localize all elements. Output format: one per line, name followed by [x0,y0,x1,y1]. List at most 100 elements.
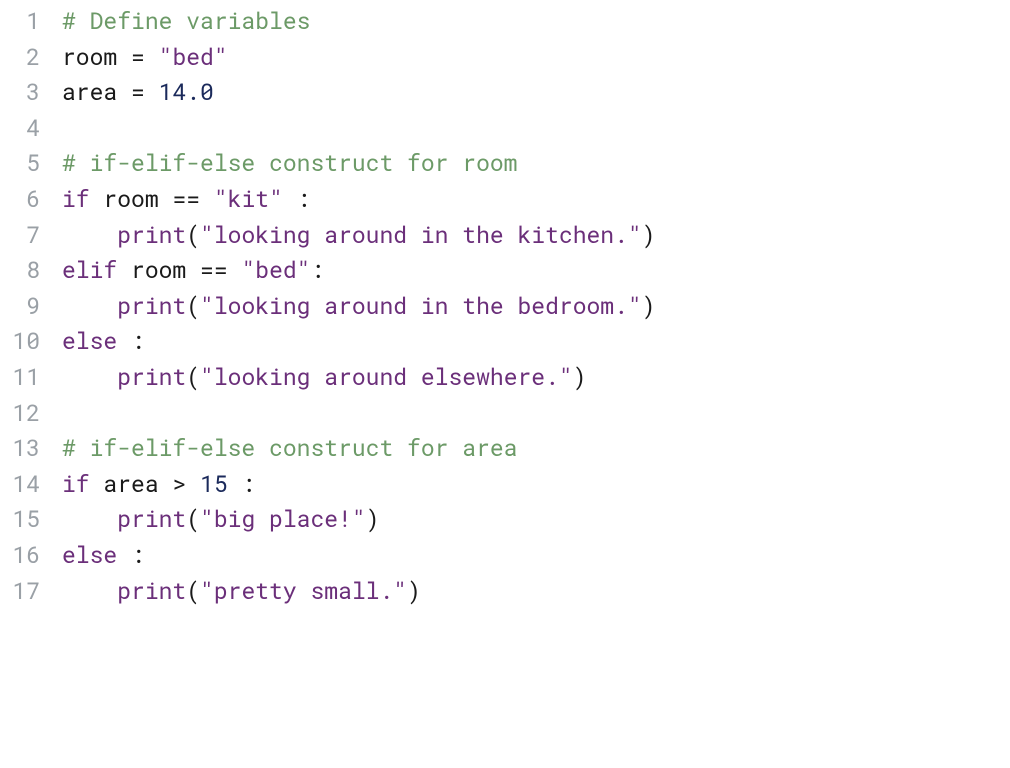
line-number: 5 [0,146,44,182]
line-number: 4 [0,111,44,147]
line-number: 1 [0,4,44,40]
line-number: 14 [0,467,44,503]
token-string: "kit" [214,184,283,214]
code-line[interactable]: 7 print("looking around in the kitchen."… [0,218,1010,254]
token-ident [62,504,117,534]
token-ident [62,291,117,321]
token-comment: # if-elif-else construct for area [62,433,517,463]
code-line[interactable]: 5 # if-elif-else construct for room [0,146,1010,182]
token-paren: ) [642,220,656,250]
code-line[interactable]: 11 print("looking around elsewhere.") [0,360,1010,396]
code-content[interactable]: if room == "kit" : [44,182,310,218]
token-paren: ( [186,291,200,321]
code-line[interactable]: 4 [0,111,1010,147]
token-ident: room [62,42,117,72]
token-keyword: else [62,540,117,570]
code-content[interactable]: # Define variables [44,4,310,40]
token-string: "big place!" [200,504,366,534]
token-keyword: if [62,184,90,214]
token-ident: area [62,77,117,107]
code-content[interactable]: print("looking around in the bedroom.") [44,289,656,325]
token-colon: : [228,469,256,499]
code-line[interactable]: 12 [0,396,1010,432]
token-number: 15 [200,469,228,499]
code-line[interactable]: 10else : [0,324,1010,360]
code-line[interactable]: 14if area > 15 : [0,467,1010,503]
token-keyword: elif [62,255,117,285]
code-editor[interactable]: 1 # Define variables 2room = "bed"3area = … [0,4,1010,609]
code-line[interactable]: 1 # Define variables [0,4,1010,40]
token-ident: room [90,184,173,214]
code-content[interactable]: print("looking around elsewhere.") [44,360,587,396]
token-number: 14.0 [159,77,214,107]
token-keyword: else [62,326,117,356]
token-paren: ) [407,576,421,606]
token-ident [62,362,117,392]
token-paren: ( [186,504,200,534]
token-builtin: print [117,504,186,534]
code-line[interactable]: 2room = "bed" [0,40,1010,76]
token-ident: area [90,469,173,499]
token-builtin: print [117,220,186,250]
token-builtin: print [117,362,186,392]
token-paren: ( [186,362,200,392]
token-string: "pretty small." [200,576,407,606]
line-number: 3 [0,75,44,111]
code-content[interactable]: else : [44,324,145,360]
code-line[interactable]: 17 print("pretty small.") [0,574,1010,610]
token-colon: : [283,184,311,214]
token-string: "looking around elsewhere." [200,362,573,392]
token-paren: ) [366,504,380,534]
code-content[interactable]: print("pretty small.") [44,574,421,610]
code-content[interactable]: if area > 15 : [44,467,255,503]
code-line[interactable]: 9 print("looking around in the bedroom."… [0,289,1010,325]
line-number: 12 [0,396,44,432]
code-line[interactable]: 16else : [0,538,1010,574]
code-content[interactable]: print("looking around in the kitchen.") [44,218,656,254]
code-content[interactable]: else : [44,538,145,574]
token-op: == [172,184,213,214]
code-content[interactable]: room = "bed" [44,40,228,76]
token-paren: ) [573,362,587,392]
token-paren: ) [642,291,656,321]
line-number: 10 [0,324,44,360]
token-colon: : [117,540,145,570]
line-number: 13 [0,431,44,467]
line-number: 17 [0,574,44,610]
token-string: "bed" [241,255,310,285]
line-number: 15 [0,502,44,538]
code-line[interactable]: 8elif room == "bed": [0,253,1010,289]
token-op: = [117,42,158,72]
token-string: "looking around in the bedroom." [200,291,642,321]
token-ident: room [117,255,200,285]
line-number: 16 [0,538,44,574]
token-op: == [200,255,241,285]
token-ident [62,576,117,606]
code-line[interactable]: 13 # if-elif-else construct for area [0,431,1010,467]
line-number: 6 [0,182,44,218]
code-line[interactable]: 3area = 14.0 [0,75,1010,111]
code-content[interactable]: elif room == "bed": [44,253,324,289]
code-line[interactable]: 6if room == "kit" : [0,182,1010,218]
token-string: "bed" [159,42,228,72]
line-number: 9 [0,289,44,325]
token-op: > [172,469,200,499]
token-builtin: print [117,291,186,321]
token-comment: # if-elif-else construct for room [62,148,517,178]
code-content[interactable]: # if-elif-else construct for room [44,146,517,182]
code-content[interactable]: # if-elif-else construct for area [44,431,517,467]
token-paren: ( [186,220,200,250]
token-comment: # Define variables [62,6,310,36]
code-content[interactable]: print("big place!") [44,502,380,538]
token-string: "looking around in the kitchen." [200,220,642,250]
token-paren: ( [186,576,200,606]
line-number: 7 [0,218,44,254]
token-colon: : [117,326,145,356]
line-number: 8 [0,253,44,289]
code-line[interactable]: 15 print("big place!") [0,502,1010,538]
code-content[interactable]: area = 14.0 [44,75,214,111]
token-keyword: if [62,469,90,499]
line-number: 11 [0,360,44,396]
token-colon: : [310,255,324,285]
token-op: = [117,77,158,107]
